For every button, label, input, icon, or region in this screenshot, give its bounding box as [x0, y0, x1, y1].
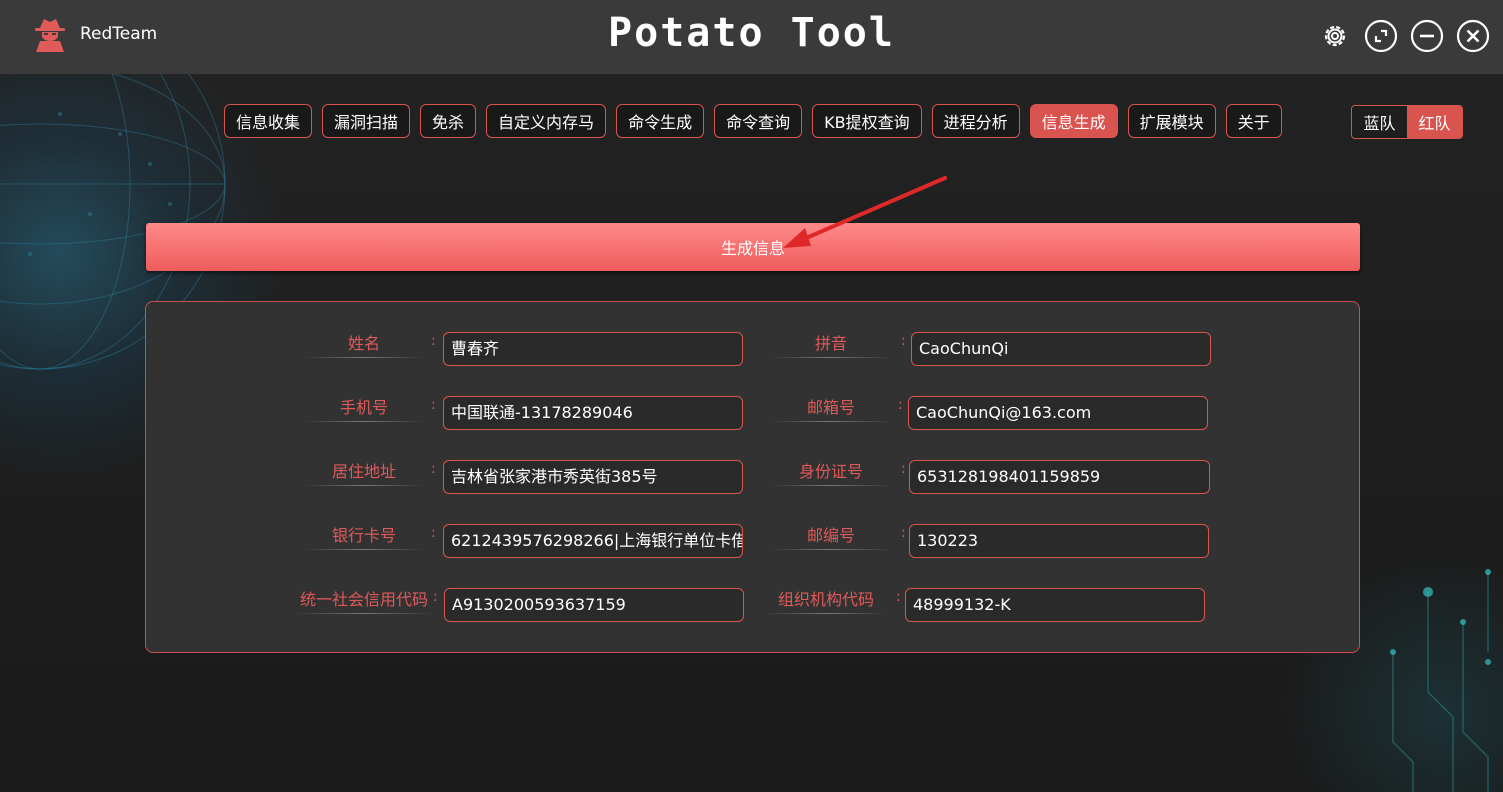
- tab-process-analysis[interactable]: 进程分析: [931, 104, 1020, 138]
- bank-card-label: 银行卡号: [304, 525, 424, 550]
- tab-info-generate[interactable]: 信息生成: [1029, 104, 1118, 138]
- bank-card-colon: :: [431, 525, 436, 541]
- red-team-option[interactable]: 红队: [1407, 106, 1462, 138]
- phone-label: 手机号: [304, 397, 424, 422]
- credit-code-field[interactable]: A9130200593637159: [444, 588, 744, 622]
- minimize-icon: [1410, 19, 1444, 53]
- tab-extensions[interactable]: 扩展模块: [1127, 104, 1216, 138]
- annotation-arrow: [783, 176, 947, 248]
- tab-about[interactable]: 关于: [1225, 104, 1282, 138]
- postcode-colon: :: [901, 525, 906, 541]
- address-field[interactable]: 吉林省张家港市秀英街385号: [443, 460, 743, 494]
- tab-command-query[interactable]: 命令查询: [714, 104, 803, 138]
- address-colon: :: [431, 461, 436, 477]
- tab-vuln-scan[interactable]: 漏洞扫描: [322, 104, 411, 138]
- email-colon: :: [898, 397, 903, 413]
- blue-team-option[interactable]: 蓝队: [1352, 106, 1407, 138]
- org-code-label: 组织机构代码: [766, 589, 886, 614]
- id-card-colon: :: [901, 461, 906, 477]
- tab-kb-privesc[interactable]: KB提权查询: [812, 104, 922, 138]
- app-title: Potato Tool: [608, 10, 895, 56]
- pinyin-label: 拼音: [771, 333, 891, 358]
- tab-info-collect[interactable]: 信息收集: [224, 104, 313, 138]
- team-toggle: 蓝队 红队: [1351, 105, 1463, 139]
- restore-button[interactable]: [1363, 18, 1399, 54]
- generate-info-button[interactable]: 生成信息: [146, 223, 1360, 271]
- phone-field[interactable]: 中国联通-13178289046: [443, 396, 743, 430]
- email-label: 邮箱号: [771, 397, 891, 422]
- title-bar: RedTeam Potato Tool: [0, 0, 1503, 74]
- pinyin-colon: :: [901, 333, 906, 349]
- settings-button[interactable]: [1317, 18, 1353, 54]
- postcode-label: 邮编号: [771, 525, 891, 550]
- gear-icon: [1324, 25, 1346, 47]
- window-controls: [1317, 18, 1491, 54]
- credit-code-label: 统一社会信用代码: [294, 589, 434, 614]
- id-card-label: 身份证号: [771, 461, 891, 486]
- name-label: 姓名: [304, 333, 424, 358]
- postcode-field[interactable]: 130223: [909, 524, 1209, 558]
- address-label: 居住地址: [304, 461, 424, 486]
- minimize-button[interactable]: [1409, 18, 1445, 54]
- credit-code-colon: :: [433, 589, 438, 605]
- org-code-field[interactable]: 48999132-K: [905, 588, 1205, 622]
- info-panel: 姓名 : 曹春齐 拼音 : CaoChunQi 手机号 : 中国联通-13178…: [145, 301, 1360, 653]
- org-code-colon: :: [896, 589, 901, 605]
- bank-card-field[interactable]: 6212439576298266|上海银行单位卡借记: [443, 524, 743, 558]
- name-colon: :: [431, 333, 436, 349]
- close-button[interactable]: [1455, 18, 1491, 54]
- tab-av-evasion[interactable]: 免杀: [420, 104, 477, 138]
- main-tabs: 信息收集 漏洞扫描 免杀 自定义内存马 命令生成 命令查询 KB提权查询 进程分…: [224, 104, 1282, 138]
- close-icon: [1456, 19, 1490, 53]
- phone-colon: :: [431, 397, 436, 413]
- email-field[interactable]: CaoChunQi@163.com: [908, 396, 1208, 430]
- restore-icon: [1364, 19, 1398, 53]
- tab-memshell[interactable]: 自定义内存马: [486, 104, 607, 138]
- id-card-field[interactable]: 653128198401159859: [909, 460, 1210, 494]
- name-field[interactable]: 曹春齐: [443, 332, 743, 366]
- pinyin-field[interactable]: CaoChunQi: [911, 332, 1211, 366]
- tab-command-gen[interactable]: 命令生成: [616, 104, 705, 138]
